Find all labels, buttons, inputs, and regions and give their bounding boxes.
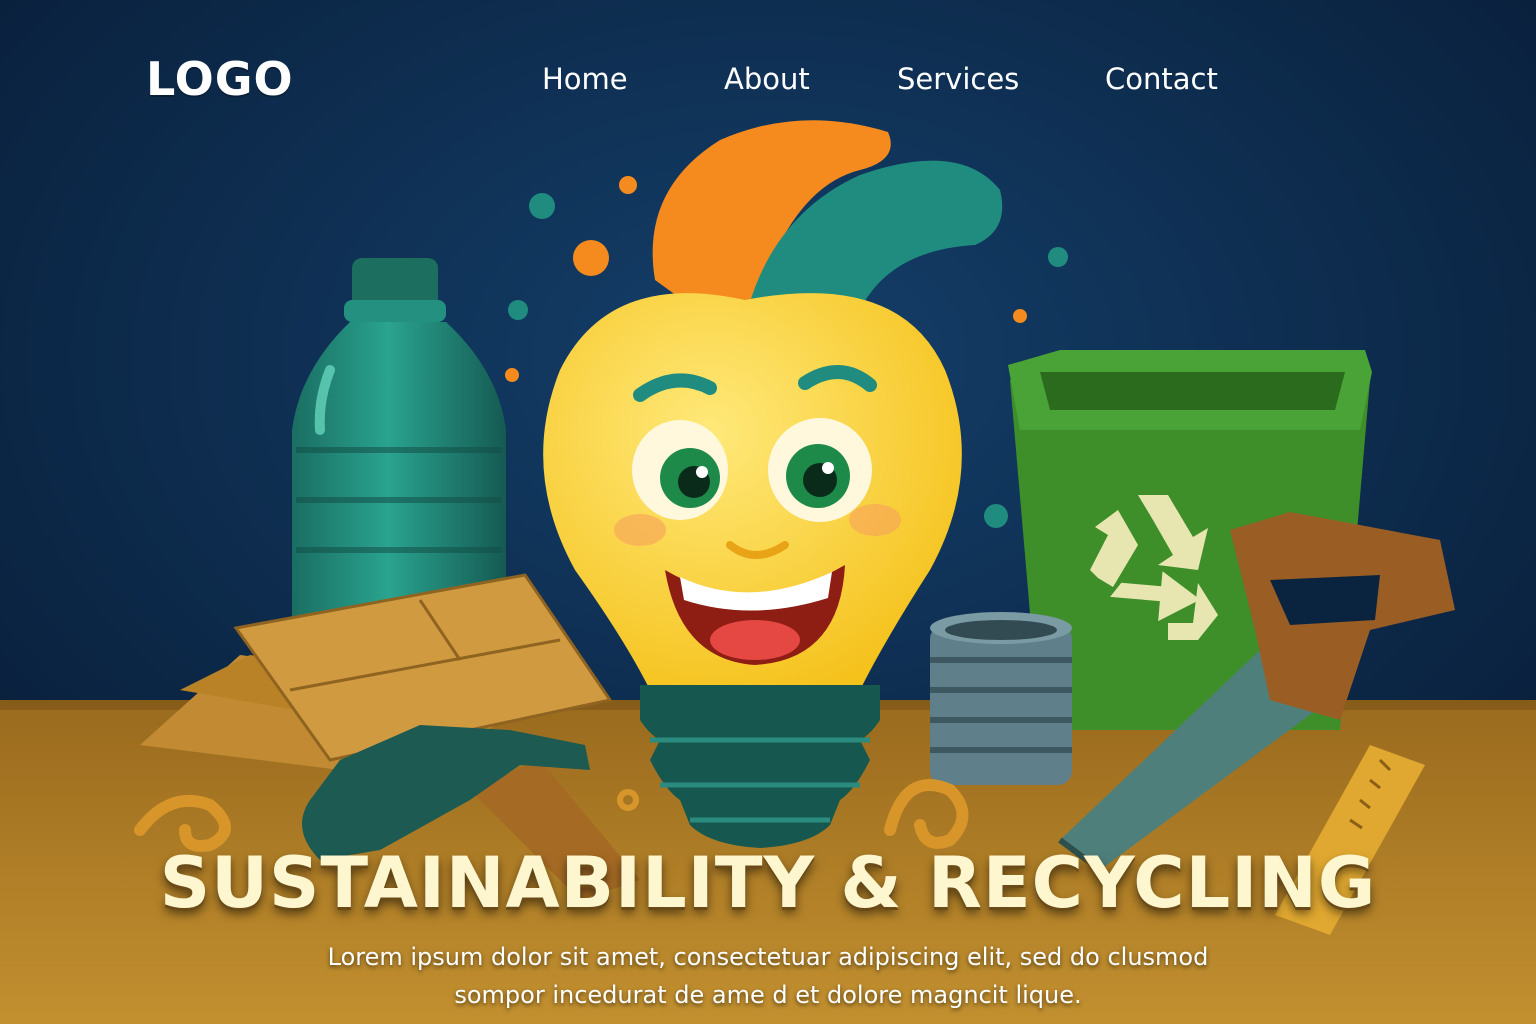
nav-link-services[interactable]: Services bbox=[897, 62, 1019, 96]
hero-section: LOGO Home About Services Contact SUSTAIN… bbox=[0, 0, 1536, 1024]
hero-subtitle-line-1: Lorem ipsum dolor sit amet, consectetuar… bbox=[327, 943, 1209, 971]
nav-menu: Home About Services Contact bbox=[0, 62, 1536, 102]
tin-can-icon bbox=[930, 612, 1072, 785]
nav-link-home[interactable]: Home bbox=[542, 62, 628, 96]
hero-subtitle: Lorem ipsum dolor sit amet, consectetuar… bbox=[0, 938, 1536, 1014]
top-navigation: LOGO Home About Services Contact bbox=[0, 0, 1536, 160]
nav-link-contact[interactable]: Contact bbox=[1105, 62, 1218, 96]
hero-title: SUSTAINABILITY & RECYCLING bbox=[159, 842, 1377, 924]
hero-subtitle-line-2: sompor incedurat de ame d et dolore magn… bbox=[454, 981, 1082, 1009]
nav-link-about[interactable]: About bbox=[724, 62, 810, 96]
